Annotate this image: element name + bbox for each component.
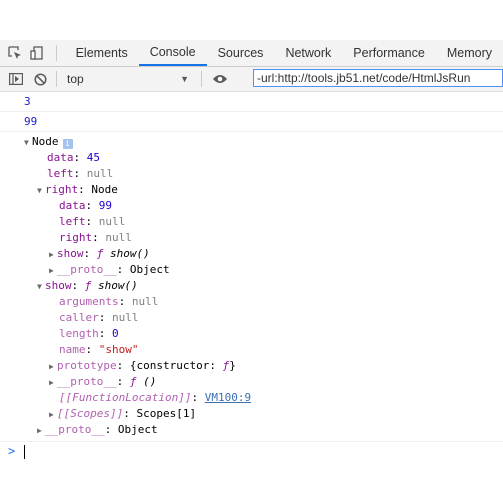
tree-prop: right: null [59,231,132,244]
sidebar-toggle-icon[interactable] [4,67,28,91]
toolbar-divider [56,71,57,87]
tree-node-right[interactable]: ▼ right: Node [37,182,118,198]
tree-prop: left: null [59,215,126,228]
collapsed-arrow-icon: ▶ [49,378,54,387]
prompt-chevron-icon: > [8,444,16,458]
tree-prop: data: 45 [47,151,100,164]
tree-prop: data: 99 [59,199,112,212]
filter-input[interactable]: -url:http://tools.jb51.net/code/HtmlJsRu… [253,69,503,87]
tab-memory[interactable]: Memory [436,40,503,66]
console-prompt[interactable]: > [0,442,503,464]
collapsed-arrow-icon: ▶ [49,410,54,419]
tab-elements[interactable]: Elements [65,40,139,66]
tree-node-proto[interactable]: ▶ __proto__: Object [49,262,170,278]
tab-console[interactable]: Console [138,40,207,66]
console-output: 3 99 ▼ Node i data: 45 left: null ▼ right: … [0,92,503,484]
tab-performance[interactable]: Performance [342,40,436,66]
expanded-arrow-icon: ▼ [37,282,42,291]
toolbar-divider [201,71,202,87]
expanded-arrow-icon: ▼ [37,186,42,195]
collapsed-arrow-icon: ▶ [37,426,42,435]
tree-node-prototype[interactable]: ▶ prototype: {constructor: ƒ} [49,358,236,374]
tree-node-proto[interactable]: ▶ __proto__: Object [37,422,158,438]
info-icon[interactable]: i [62,139,73,149]
tree-prop: left: null [47,167,114,180]
tree-node-scopes[interactable]: ▶ [[Scopes]]: Scopes[1] [49,406,196,422]
device-toolbar-icon[interactable] [26,41,48,65]
collapsed-arrow-icon: ▶ [49,250,54,259]
tree-prop: length: 0 [59,327,119,340]
source-link[interactable]: VM100:9 [205,391,251,404]
console-message: 3 [0,92,503,112]
collapsed-arrow-icon: ▶ [49,362,54,371]
console-toolbar: top ▼ -url:http://tools.jb51.net/code/Ht… [0,67,503,92]
tree-prop: name: "show" [59,343,139,356]
tree-prop: [[FunctionLocation]]: VM100:9 [59,391,252,404]
text-caret [24,445,25,459]
tree-node-proto[interactable]: ▶ __proto__: ƒ () [49,374,156,390]
tree-root[interactable]: ▼ Node i [24,134,73,150]
panel-tabs: Elements Console Sources Network Perform… [65,40,503,66]
dropdown-arrow-icon: ▼ [180,74,189,84]
tab-sources[interactable]: Sources [207,40,275,66]
toolbar-divider [55,45,57,61]
context-selector[interactable]: top ▼ [61,72,195,86]
tree-node-show[interactable]: ▼ show: ƒ show() [37,278,138,294]
context-label: top [67,72,84,86]
live-expression-eye-icon[interactable] [208,67,232,91]
collapsed-arrow-icon: ▶ [49,266,54,275]
console-message: 99 [0,112,503,132]
expanded-arrow-icon: ▼ [24,138,29,147]
inspect-element-icon[interactable] [4,41,26,65]
tab-network[interactable]: Network [274,40,342,66]
object-tree: ▼ Node i data: 45 left: null ▼ right: Node … [0,132,503,442]
clear-console-icon[interactable] [28,67,52,91]
tree-prop: caller: null [59,311,139,324]
devtools-tabbar: Elements Console Sources Network Perform… [0,40,503,67]
tree-prop: arguments: null [59,295,159,308]
tree-node-show[interactable]: ▶ show: ƒ show() [49,246,150,262]
